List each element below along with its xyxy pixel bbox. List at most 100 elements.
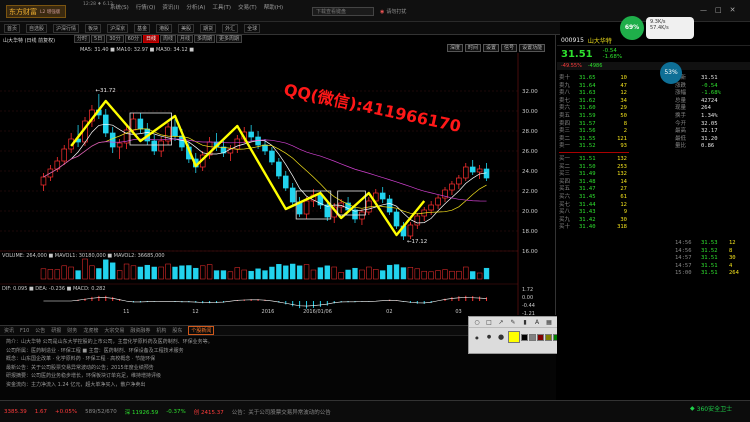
candle-body[interactable] bbox=[462, 166, 469, 179]
info-tab[interactable]: 机构 bbox=[156, 327, 166, 334]
order-row[interactable]: 卖三 31.56 2 bbox=[559, 128, 629, 136]
color-swatch[interactable] bbox=[545, 333, 552, 341]
nav-us[interactable]: 美股 bbox=[178, 23, 195, 33]
period-tab[interactable]: 月线 bbox=[176, 35, 193, 43]
info-tab-active[interactable]: 个股新闻 bbox=[188, 326, 215, 335]
status-item[interactable]: 深 11926.59 bbox=[125, 408, 159, 416]
circle-tool-icon[interactable]: ○ bbox=[472, 318, 482, 327]
pen-tool-icon[interactable]: ✎ bbox=[508, 318, 518, 327]
current-color-swatch[interactable] bbox=[508, 331, 520, 343]
order-row[interactable]: 买八 31.43 9 bbox=[559, 209, 629, 217]
candle-body[interactable] bbox=[393, 211, 400, 227]
news-line[interactable]: 最新公告：关于公司股票交易异常波动的公告；2015年度业绩预告 bbox=[6, 364, 454, 373]
menu-info[interactable]: 资讯(I) bbox=[162, 3, 179, 11]
signal-button[interactable]: 信号 bbox=[501, 44, 518, 52]
info-tab[interactable]: 融资融券 bbox=[130, 327, 150, 334]
candle-body[interactable] bbox=[276, 161, 282, 177]
order-row[interactable]: 卖五 31.59 50 bbox=[559, 113, 629, 121]
order-row[interactable]: 卖六 31.60 29 bbox=[559, 105, 629, 113]
candle-body[interactable] bbox=[289, 187, 296, 203]
small-dot-icon[interactable]: ● bbox=[472, 333, 482, 342]
status-item[interactable]: 公告：关于公司股票交易异常波动的公告 bbox=[232, 408, 331, 416]
candle-body[interactable] bbox=[469, 166, 476, 173]
nav-hk[interactable]: 港股 bbox=[156, 23, 173, 33]
candle-body[interactable] bbox=[282, 175, 289, 189]
nav-fund[interactable]: 基金 bbox=[134, 23, 151, 33]
mosaic-tool-icon[interactable]: ▦ bbox=[544, 318, 554, 327]
candle-body[interactable] bbox=[359, 211, 365, 220]
nav-forex[interactable]: 外汇 bbox=[222, 23, 239, 33]
status-item[interactable]: 1.67 bbox=[35, 409, 47, 415]
period-tab[interactable]: 分时 bbox=[74, 35, 91, 43]
menu-quotes[interactable]: 行情(Q) bbox=[136, 3, 156, 11]
candle-body[interactable] bbox=[435, 197, 441, 206]
settings-button[interactable]: 设置 bbox=[483, 44, 500, 52]
order-row[interactable]: 买一 31.51 132 bbox=[559, 156, 629, 164]
status-item[interactable]: -0.37% bbox=[166, 409, 185, 415]
candle-body[interactable] bbox=[130, 118, 137, 131]
nav-home[interactable]: 首页 bbox=[4, 23, 21, 33]
info-tab[interactable]: 股东 bbox=[172, 327, 182, 334]
candle-body[interactable] bbox=[40, 176, 47, 186]
candle-body[interactable] bbox=[109, 132, 116, 148]
period-tab[interactable]: 多周期 bbox=[194, 35, 216, 43]
menu-system[interactable]: 系统(S) bbox=[110, 3, 129, 11]
mid-dot-icon[interactable]: ● bbox=[484, 333, 494, 342]
time-button[interactable]: 时间 bbox=[465, 44, 482, 52]
order-row[interactable]: 卖十 31.65 10 bbox=[559, 75, 629, 83]
color-swatch[interactable] bbox=[521, 333, 528, 341]
depth-button[interactable]: 深度 bbox=[447, 44, 464, 52]
candle-body[interactable] bbox=[227, 148, 234, 154]
candle-body[interactable] bbox=[414, 215, 421, 226]
close-icon[interactable]: ✕ bbox=[730, 6, 736, 14]
kline-svg[interactable]: 32.00 30.00 28.00 26.00 24.00 22.00 20.00 18.00… bbox=[0, 53, 556, 315]
candle-body[interactable] bbox=[449, 183, 455, 191]
period-tab[interactable]: 30分 bbox=[106, 35, 124, 43]
nav-futures[interactable]: 期货 bbox=[200, 23, 217, 33]
nav-market[interactable]: 沪深行情 bbox=[53, 23, 80, 33]
color-swatch[interactable] bbox=[529, 333, 536, 341]
side-pct-badge[interactable]: 53% bbox=[660, 62, 682, 84]
info-tab[interactable]: 大宗交易 bbox=[104, 327, 124, 334]
function-button[interactable]: 设置功能 bbox=[519, 44, 546, 52]
menu-help[interactable]: 帮助(H) bbox=[264, 3, 283, 11]
candle-body[interactable] bbox=[456, 177, 462, 185]
maximize-icon[interactable]: □ bbox=[715, 6, 722, 14]
order-row[interactable]: 买七 31.44 12 bbox=[559, 202, 629, 210]
order-row[interactable]: 卖八 31.63 12 bbox=[559, 90, 629, 98]
order-row[interactable]: 买三 31.49 132 bbox=[559, 171, 629, 179]
info-tab[interactable]: 财务 bbox=[67, 327, 77, 334]
candle-body[interactable] bbox=[151, 140, 158, 152]
info-tab[interactable]: F10 bbox=[20, 328, 29, 334]
candle-body[interactable] bbox=[379, 192, 386, 200]
period-tab[interactable]: 5日 bbox=[91, 35, 106, 43]
candle-body[interactable] bbox=[172, 126, 178, 137]
color-swatch[interactable] bbox=[537, 333, 544, 341]
minimize-icon[interactable]: — bbox=[700, 6, 707, 14]
memory-badge[interactable]: 69% bbox=[620, 16, 644, 40]
order-row[interactable]: 卖一 31.52 93 bbox=[559, 143, 629, 151]
order-row[interactable]: 买二 31.50 253 bbox=[559, 164, 629, 172]
arrow-tool-icon[interactable]: ↗ bbox=[496, 318, 506, 327]
order-row[interactable]: 买六 31.45 61 bbox=[559, 194, 629, 202]
info-tab[interactable]: 公告 bbox=[35, 327, 45, 334]
candle-body[interactable] bbox=[476, 168, 483, 173]
candle-body[interactable] bbox=[234, 138, 241, 150]
period-tab[interactable]: 60分 bbox=[124, 35, 142, 43]
menu-analysis[interactable]: 分析(A) bbox=[186, 3, 205, 11]
candle-body[interactable] bbox=[428, 204, 434, 211]
status-item[interactable]: +0.05% bbox=[55, 409, 77, 415]
order-row[interactable]: 买十 31.40 318 bbox=[559, 224, 629, 232]
candle-body[interactable] bbox=[303, 200, 310, 215]
nav-sector[interactable]: 板块 bbox=[85, 23, 102, 33]
search-input[interactable]: 下载查看键盘 bbox=[312, 7, 374, 16]
candle-body[interactable] bbox=[407, 224, 414, 237]
do-not-disturb[interactable]: ◉ 请勿打扰 bbox=[380, 8, 406, 16]
menu-tools[interactable]: 工具(T) bbox=[212, 3, 231, 11]
menu-trade[interactable]: 交易(T) bbox=[238, 3, 257, 11]
candle-body[interactable] bbox=[386, 198, 393, 213]
news-line[interactable]: 研报摘要：公司医药业务稳步增长，环保板块订单充足，维持增持评级 bbox=[6, 372, 454, 381]
nav-global[interactable]: 全球 bbox=[244, 23, 261, 33]
candle-body[interactable] bbox=[116, 142, 123, 148]
order-row[interactable]: 买五 31.47 27 bbox=[559, 186, 629, 194]
